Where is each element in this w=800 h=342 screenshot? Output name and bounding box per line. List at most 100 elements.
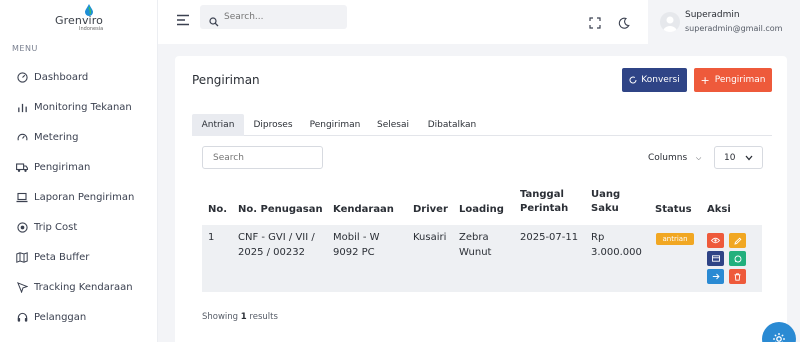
sidebar-item-label: Peta Buffer (34, 251, 90, 263)
cell-driver: Kusairi (413, 232, 447, 243)
cell-loading: Zebra Wunut (459, 230, 491, 260)
gear-icon (772, 332, 786, 342)
pencil-icon (733, 237, 741, 245)
navigation-icon (16, 281, 28, 293)
sidebar-item-tracking-kendaraan[interactable]: Tracking Kendaraan (0, 272, 158, 302)
sidebar-item-monitoring-tekanan[interactable]: Monitoring Tekanan (0, 92, 158, 122)
table-row[interactable]: 1 CNF - GVI / VII / 2025 / 00232 Mobil - … (202, 225, 762, 292)
results-count: 1 (240, 312, 247, 322)
map-icon (16, 251, 28, 263)
plus-icon: + (700, 73, 710, 87)
user-name: Superadmin (685, 10, 740, 20)
whatsapp-icon (734, 255, 741, 262)
sidebar-item-label: Dashboard (34, 71, 89, 83)
page-size-value: 10 (724, 153, 736, 163)
tab-antrian[interactable]: Antrian (192, 114, 244, 136)
refresh-icon (629, 76, 637, 84)
table-search-input[interactable] (202, 146, 323, 169)
brand-sub: Indonesia (79, 26, 104, 32)
sidebar-nav: Dashboard Monitoring Tekanan Metering Pe… (0, 62, 158, 332)
konversi-button[interactable]: Konversi (622, 68, 687, 92)
status-tabs: Antrian Diproses Pengiriman Selesai Diba… (192, 114, 772, 136)
sidebar-item-peta-buffer[interactable]: Peta Buffer (0, 242, 158, 272)
cell-loading-line2: Wunut (459, 247, 492, 258)
cell-kendaraan: Mobil - W 9092 PC (333, 230, 380, 260)
cell-penugasan-line2: 2025 / 00232 (238, 247, 305, 258)
sidebar-item-label: Trip Cost (34, 221, 78, 233)
eye-icon (711, 237, 720, 244)
laptop-icon (16, 191, 28, 203)
tab-dibatalkan[interactable]: Dibatalkan (420, 114, 484, 136)
trash-icon (734, 272, 741, 281)
sidebar-item-trip-cost[interactable]: Trip Cost (0, 212, 158, 242)
results-suffix: results (249, 312, 278, 322)
columns-dropdown[interactable]: Columns ⌵ (648, 153, 701, 163)
cell-uang-saku: Rp 3.000.000 (591, 230, 642, 260)
sidebar-item-label: Monitoring Tekanan (34, 101, 132, 113)
settings-fab[interactable] (762, 322, 796, 342)
global-search (200, 5, 347, 29)
search-input[interactable] (224, 9, 339, 25)
gauge-icon (16, 131, 28, 143)
fullscreen-icon[interactable] (589, 14, 601, 29)
sidebar-item-pengiriman[interactable]: Pengiriman (0, 152, 158, 182)
cell-kendaraan-line2: 9092 PC (333, 247, 375, 258)
tab-diproses[interactable]: Diproses (247, 114, 299, 136)
cell-uang-line1: Rp (591, 232, 605, 243)
sidebar-item-label: Metering (34, 131, 79, 143)
cell-kendaraan-line1: Mobil - W (333, 232, 380, 243)
col-penugasan: No. Penugasan (238, 204, 323, 215)
dashboard-icon (16, 71, 28, 83)
print-button[interactable] (707, 251, 724, 266)
add-pengiriman-label: Pengiriman (714, 75, 766, 85)
tab-selesai[interactable]: Selesai (372, 114, 414, 136)
whatsapp-button[interactable] (729, 251, 746, 266)
col-uang-saku: Uang Saku (591, 188, 620, 216)
headset-icon (16, 311, 28, 323)
card-icon (711, 255, 720, 262)
col-uang-line1: Uang (591, 189, 621, 200)
page-size-select[interactable]: 10 (714, 146, 763, 169)
results-summary: Showing 1 results (202, 312, 278, 322)
col-kendaraan: Kendaraan (333, 204, 394, 215)
edit-button[interactable] (729, 233, 746, 248)
cell-penugasan-line1: CNF - GVI / VII / (238, 232, 315, 243)
user-profile[interactable]: Superadmin superadmin@gmail.com (648, 0, 800, 44)
delete-button[interactable] (729, 269, 746, 284)
truck-icon (16, 161, 28, 173)
add-pengiriman-button[interactable]: + Pengiriman (694, 68, 772, 92)
sidebar-item-label: Pengiriman (34, 161, 91, 173)
status-badge: antrian (656, 233, 694, 245)
sidebar: Grenviro Indonesia MENU Dashboard Monito… (0, 0, 158, 342)
col-uang-line2: Saku (591, 203, 619, 214)
cell-penugasan: CNF - GVI / VII / 2025 / 00232 (238, 230, 315, 260)
col-tanggal: Tanggal Perintah (520, 188, 568, 216)
sidebar-item-pelanggan[interactable]: Pelanggan (0, 302, 158, 332)
page-title: Pengiriman (192, 73, 260, 87)
moon-icon[interactable] (618, 14, 630, 29)
avatar (660, 12, 680, 32)
sidebar-item-dashboard[interactable]: Dashboard (0, 62, 158, 92)
cell-uang-line2: 3.000.000 (591, 247, 642, 258)
cell-loading-line1: Zebra (459, 232, 489, 243)
chevron-down-icon (745, 154, 753, 164)
bar-chart-icon (16, 101, 28, 113)
search-icon (209, 12, 219, 27)
tab-pengiriman[interactable]: Pengiriman (304, 114, 366, 136)
col-tanggal-line1: Tanggal (520, 189, 564, 200)
cell-no: 1 (208, 232, 215, 243)
hamburger-menu-icon[interactable] (177, 11, 191, 26)
arrow-right-icon (712, 273, 720, 280)
menu-title: MENU (12, 44, 38, 53)
chevron-down-icon: ⌵ (696, 154, 702, 162)
col-status: Status (655, 204, 692, 215)
forward-button[interactable] (707, 269, 724, 284)
sidebar-item-laporan-pengiriman[interactable]: Laporan Pengiriman (0, 182, 158, 212)
cell-tanggal: 2025-07-11 (520, 232, 579, 243)
sidebar-item-metering[interactable]: Metering (0, 122, 158, 152)
view-button[interactable] (707, 233, 724, 248)
brand-logo[interactable]: Grenviro Indonesia (55, 4, 115, 34)
results-prefix: Showing (202, 312, 239, 322)
sidebar-item-label: Tracking Kendaraan (34, 281, 133, 293)
col-aksi: Aksi (707, 204, 731, 215)
